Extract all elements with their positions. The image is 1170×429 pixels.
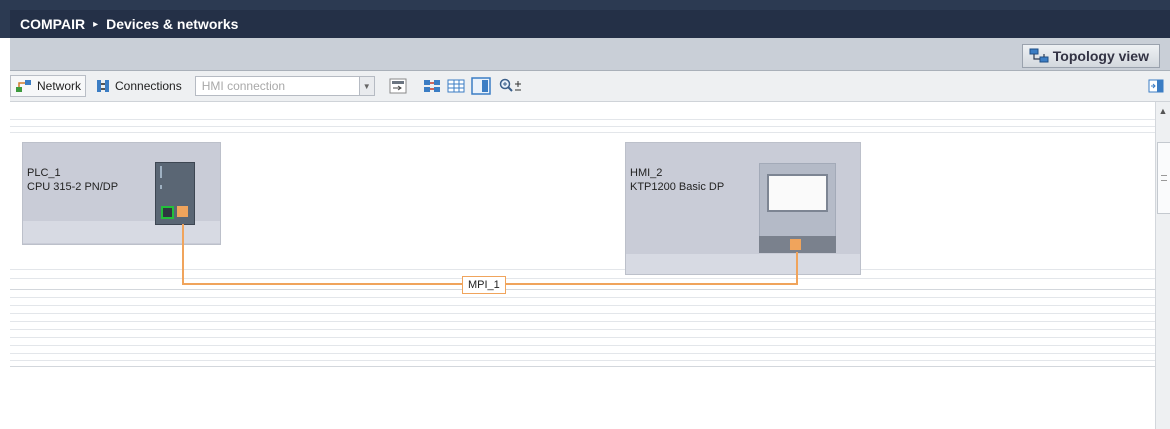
connection-type-select[interactable]: HMI connection ▼ (194, 76, 375, 96)
network-icon (15, 79, 33, 93)
grid-line (10, 321, 1155, 322)
mpi-wire-plc (182, 224, 184, 285)
led-indicator (160, 166, 162, 178)
grid-line (10, 345, 1155, 346)
topology-icon (1029, 48, 1049, 64)
topology-view-label: Topology view (1052, 48, 1149, 64)
table-icon[interactable] (447, 78, 465, 94)
network-label[interactable]: MPI_1 (462, 276, 506, 294)
device-type: KTP1200 Basic DP (630, 181, 725, 193)
hmi-port-bar (759, 236, 836, 253)
connection-type-value: HMI connection (201, 79, 286, 93)
breadcrumb-current: Devices & networks (106, 16, 239, 32)
device-plc[interactable]: PLC_1 CPU 315-2 PN/DP (22, 142, 221, 245)
network-canvas[interactable]: PLC_1 CPU 315-2 PN/DP HMI_2 KTP1200 Basi… (10, 102, 1155, 429)
breadcrumb: COMPAIR ▸ Devices & networks (10, 10, 1170, 38)
profinet-port-icon[interactable] (161, 206, 174, 219)
grid-line (10, 126, 1155, 127)
connections-button[interactable]: Connections (90, 75, 187, 97)
breadcrumb-separator-icon: ▸ (93, 18, 99, 30)
network-toolbar: Network Connections HMI connection ▼ (10, 71, 1170, 102)
view-tabs-bar: Topology view (10, 38, 1170, 71)
device-footer (626, 254, 860, 274)
connections-icon (95, 78, 111, 94)
led-indicator (160, 185, 162, 189)
topology-view-button[interactable]: Topology view (1021, 44, 1160, 68)
grid-line (10, 353, 1155, 354)
grid-line (10, 305, 1155, 306)
device-hmi[interactable]: HMI_2 KTP1200 Basic DP (625, 142, 861, 275)
grid-line (10, 297, 1155, 298)
breadcrumb-project[interactable]: COMPAIR (20, 16, 85, 32)
chevron-down-icon[interactable]: ▼ (358, 77, 374, 95)
grid-line (10, 337, 1155, 338)
assign-icon[interactable] (423, 78, 441, 94)
connections-label: Connections (115, 79, 182, 93)
zoom-icon[interactable] (499, 78, 523, 94)
scroll-up-icon[interactable]: ▲ (1157, 104, 1169, 118)
device-name: PLC_1 (27, 167, 61, 179)
title-bar: COMPAIR ▸ Devices & networks (0, 0, 1170, 38)
grid-line (10, 132, 1155, 133)
mpi-port-icon[interactable] (790, 239, 801, 250)
mpi-port-icon[interactable] (177, 206, 188, 217)
grid-line (10, 329, 1155, 330)
show-names-icon[interactable] (389, 78, 407, 94)
grid-line (10, 289, 1155, 290)
hmi-screen (767, 174, 828, 212)
overview-icon[interactable] (470, 77, 491, 95)
grid-line (10, 366, 1155, 367)
hmi-panel-icon (759, 163, 836, 237)
plc-module-icon (155, 162, 195, 225)
panel-toggle-icon[interactable] (1148, 78, 1164, 94)
grid-line (10, 360, 1155, 361)
mpi-wire-hmi (796, 252, 798, 285)
device-name: HMI_2 (630, 167, 663, 179)
device-type: CPU 315-2 PN/DP (27, 181, 119, 193)
grid-line (10, 313, 1155, 314)
grid-line (10, 119, 1155, 120)
scroll-thumb[interactable] (1157, 142, 1170, 214)
vertical-scrollbar[interactable]: ▲ (1155, 102, 1170, 429)
network-button[interactable]: Network (10, 75, 87, 97)
network-label: Network (37, 79, 82, 93)
